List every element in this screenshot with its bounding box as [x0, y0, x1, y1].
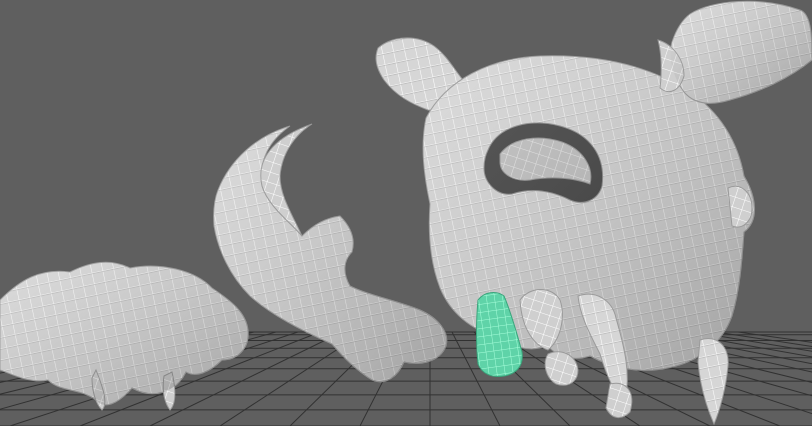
viewport-scene[interactable]	[0, 0, 812, 426]
3d-viewport[interactable]	[0, 0, 812, 426]
